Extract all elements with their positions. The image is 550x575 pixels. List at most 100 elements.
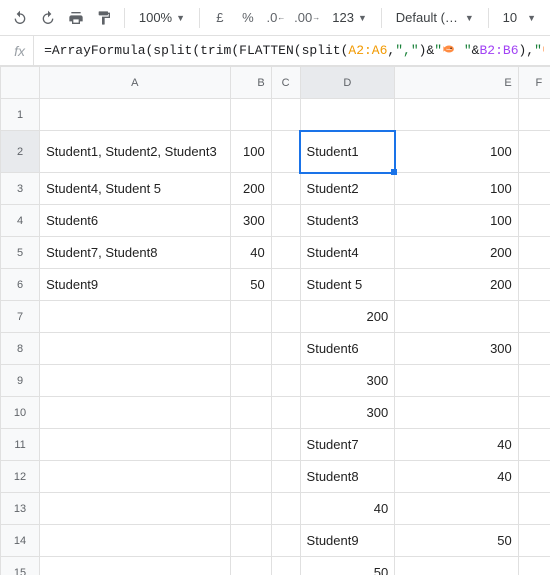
cell[interactable]: 40: [300, 493, 395, 525]
cell[interactable]: [395, 493, 519, 525]
cell[interactable]: [271, 99, 300, 131]
cell[interactable]: [518, 365, 550, 397]
cell[interactable]: [271, 301, 300, 333]
cell[interactable]: Student8: [300, 461, 395, 493]
cell[interactable]: [395, 365, 519, 397]
cell[interactable]: [271, 557, 300, 575]
col-header-D[interactable]: D: [300, 67, 395, 99]
cell[interactable]: 300: [230, 205, 271, 237]
cell[interactable]: [230, 333, 271, 365]
cell[interactable]: [518, 131, 550, 173]
cell[interactable]: Student4, Student 5: [40, 173, 230, 205]
col-header-A[interactable]: A: [40, 67, 230, 99]
cell[interactable]: 100: [395, 205, 519, 237]
cell[interactable]: [271, 461, 300, 493]
font-dropdown[interactable]: Default (Ari... ▼: [390, 5, 480, 31]
cell[interactable]: [271, 525, 300, 557]
cell[interactable]: Student 5: [300, 269, 395, 301]
cell[interactable]: 40: [395, 429, 519, 461]
select-all-corner[interactable]: [1, 67, 40, 99]
row-header[interactable]: 5: [1, 237, 40, 269]
font-size-dropdown[interactable]: 10 ▼: [497, 5, 542, 31]
row-header[interactable]: 6: [1, 269, 40, 301]
cell[interactable]: [518, 461, 550, 493]
cell[interactable]: 100: [395, 173, 519, 205]
row-header[interactable]: 10: [1, 397, 40, 429]
cell[interactable]: [271, 493, 300, 525]
cell[interactable]: Student2: [300, 173, 395, 205]
cell[interactable]: 50: [300, 557, 395, 575]
cell[interactable]: 300: [300, 365, 395, 397]
cell[interactable]: [518, 205, 550, 237]
formula-input[interactable]: =ArrayFormula(split(trim(FLATTEN(split(A…: [34, 43, 544, 58]
percent-button[interactable]: %: [236, 5, 260, 31]
more-formats-dropdown[interactable]: 123 ▼: [326, 5, 373, 31]
cell[interactable]: Student7: [300, 429, 395, 461]
cell[interactable]: Student9: [300, 525, 395, 557]
cell[interactable]: Student9: [40, 269, 230, 301]
active-cell[interactable]: Student1: [300, 131, 395, 173]
cell[interactable]: [40, 493, 230, 525]
row-header[interactable]: 15: [1, 557, 40, 575]
cell[interactable]: Student3: [300, 205, 395, 237]
row-header[interactable]: 7: [1, 301, 40, 333]
cell[interactable]: 200: [395, 237, 519, 269]
cell[interactable]: [230, 525, 271, 557]
cell[interactable]: 50: [395, 525, 519, 557]
cell[interactable]: [271, 269, 300, 301]
decrease-decimal-button[interactable]: .0←: [264, 5, 288, 31]
cell[interactable]: Student4: [300, 237, 395, 269]
cell[interactable]: [40, 557, 230, 575]
cell[interactable]: 200: [230, 173, 271, 205]
spreadsheet-grid[interactable]: A B C D E F 1 2Student1, Student2, Stude…: [0, 66, 550, 575]
cell[interactable]: [518, 269, 550, 301]
col-header-E[interactable]: E: [395, 67, 519, 99]
zoom-dropdown[interactable]: 100% ▼: [133, 5, 191, 31]
cell[interactable]: [518, 557, 550, 575]
cell[interactable]: [518, 525, 550, 557]
cell[interactable]: [271, 365, 300, 397]
row-header[interactable]: 2: [1, 131, 40, 173]
col-header-F[interactable]: F: [518, 67, 550, 99]
cell[interactable]: 100: [230, 131, 271, 173]
cell[interactable]: [40, 301, 230, 333]
cell[interactable]: [518, 429, 550, 461]
cell[interactable]: [230, 397, 271, 429]
cell[interactable]: 200: [395, 269, 519, 301]
cell[interactable]: [40, 397, 230, 429]
cell[interactable]: [518, 173, 550, 205]
cell[interactable]: Student6: [300, 333, 395, 365]
row-header[interactable]: 1: [1, 99, 40, 131]
fill-handle[interactable]: [391, 169, 397, 175]
cell[interactable]: 300: [395, 333, 519, 365]
cell[interactable]: [271, 237, 300, 269]
cell[interactable]: [271, 429, 300, 461]
cell[interactable]: Student6: [40, 205, 230, 237]
col-header-B[interactable]: B: [230, 67, 271, 99]
cell[interactable]: 200: [300, 301, 395, 333]
cell[interactable]: [230, 461, 271, 493]
cell[interactable]: Student7, Student8: [40, 237, 230, 269]
cell[interactable]: 100: [395, 131, 519, 173]
cell[interactable]: [271, 131, 300, 173]
cell[interactable]: [395, 557, 519, 575]
cell[interactable]: [40, 99, 230, 131]
paint-format-button[interactable]: [92, 5, 116, 31]
cell[interactable]: [230, 301, 271, 333]
increase-decimal-button[interactable]: .00→: [292, 5, 322, 31]
cell[interactable]: [395, 397, 519, 429]
print-button[interactable]: [64, 5, 88, 31]
cell[interactable]: [230, 99, 271, 131]
cell[interactable]: 40: [395, 461, 519, 493]
cell[interactable]: [40, 525, 230, 557]
cell[interactable]: [271, 333, 300, 365]
cell[interactable]: [271, 173, 300, 205]
cell[interactable]: [518, 301, 550, 333]
cell[interactable]: [518, 99, 550, 131]
cell[interactable]: [395, 301, 519, 333]
cell[interactable]: 50: [230, 269, 271, 301]
redo-button[interactable]: [36, 5, 60, 31]
col-header-C[interactable]: C: [271, 67, 300, 99]
row-header[interactable]: 3: [1, 173, 40, 205]
row-header[interactable]: 11: [1, 429, 40, 461]
